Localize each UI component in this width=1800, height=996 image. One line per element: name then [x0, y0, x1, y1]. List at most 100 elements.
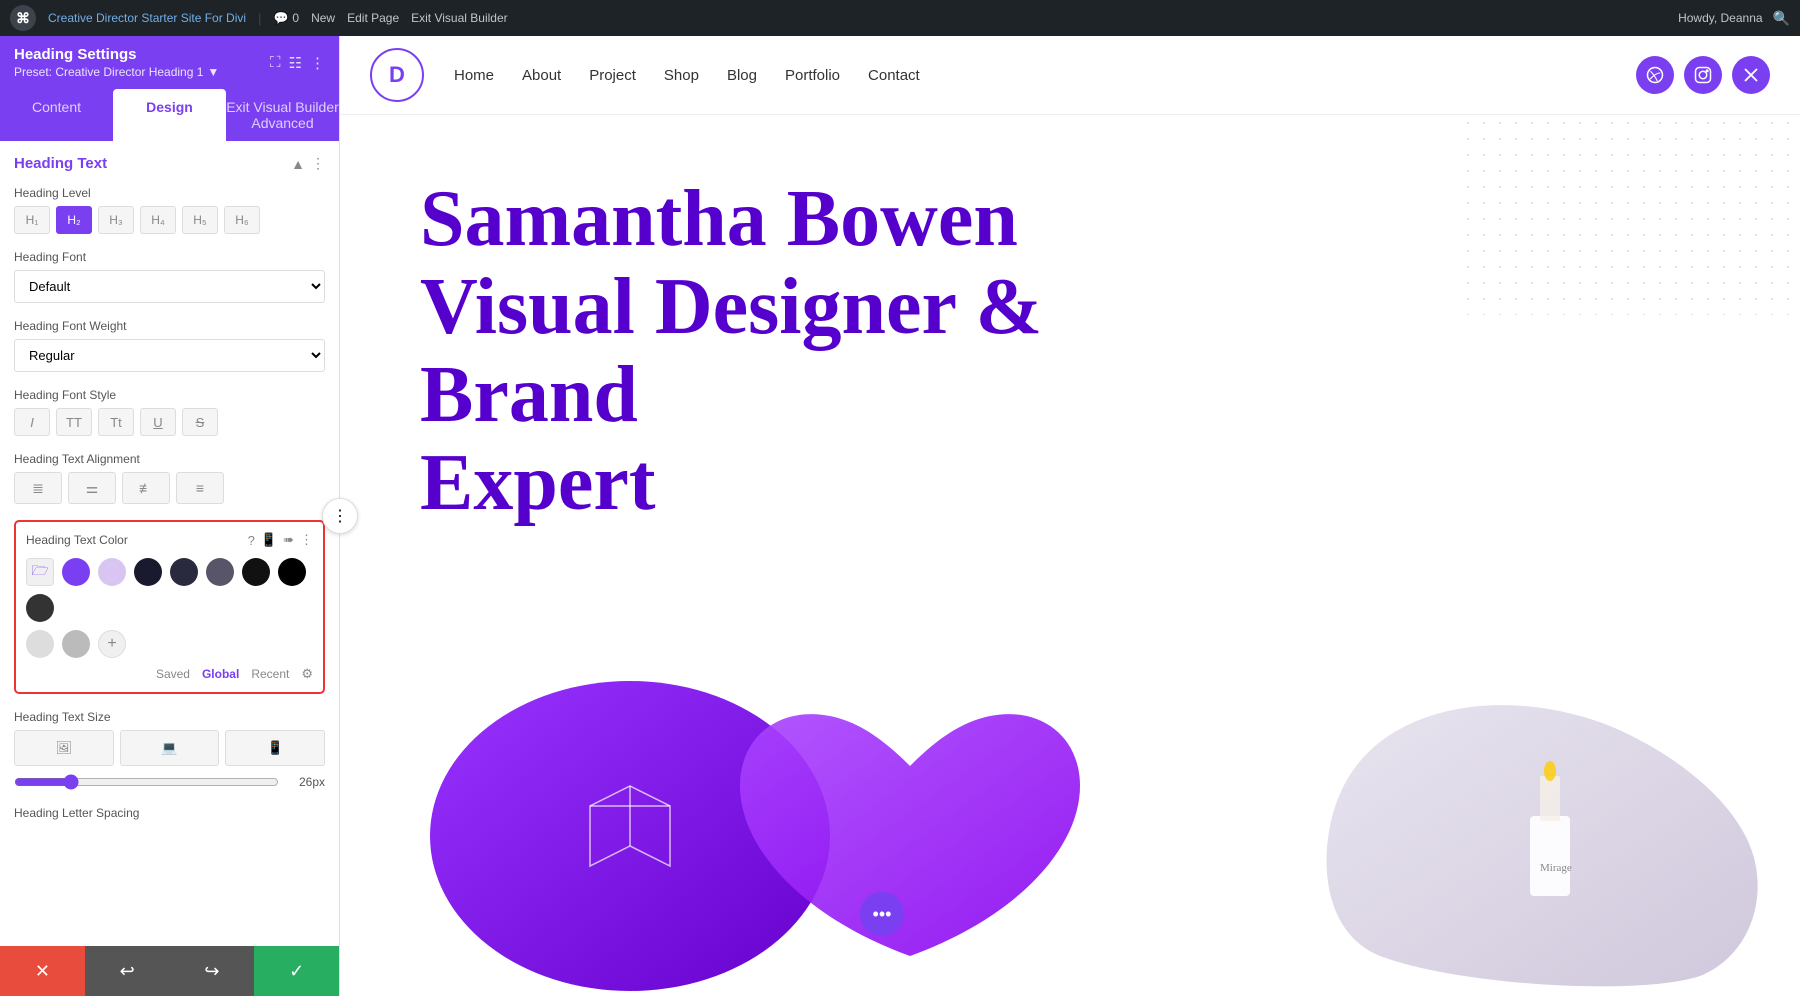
color-help-icon[interactable]: ? [248, 533, 255, 548]
heading-text-color-label: Heading Text Color [26, 533, 240, 547]
align-justify-button[interactable]: ≡ [176, 472, 224, 504]
font-style-buttons: I TT Tt U S [14, 408, 325, 436]
italic-button[interactable]: I [14, 408, 50, 436]
h6-button[interactable]: H₆ [224, 206, 260, 234]
color-swatch-purple[interactable] [62, 558, 90, 586]
exit-builder-button[interactable]: Exit Visual Builder [411, 11, 508, 25]
h5-button[interactable]: H₅ [182, 206, 218, 234]
nav-shop[interactable]: Shop [664, 67, 699, 84]
new-button[interactable]: New [311, 11, 335, 25]
dot-pattern-decoration [1460, 115, 1800, 315]
nav-contact[interactable]: Contact [868, 67, 920, 84]
site-name[interactable]: Creative Director Starter Site For Divi [48, 11, 246, 25]
nav-project[interactable]: Project [589, 67, 636, 84]
nav-portfolio[interactable]: Portfolio [785, 67, 840, 84]
color-swatch-charcoal[interactable] [26, 594, 54, 622]
heading-font-style-group: Heading Font Style I TT Tt U S [14, 388, 325, 436]
color-mobile-icon[interactable]: 📱 [261, 532, 277, 548]
tab-advanced[interactable]: Exit Visual Builder Advanced [226, 89, 339, 141]
global-tab[interactable]: Global [202, 667, 239, 681]
layout-icon[interactable]: ☷ [289, 54, 302, 72]
site-nav: Home About Project Shop Blog Portfolio C… [454, 67, 1636, 84]
howdy-text: Howdy, Deanna [1678, 11, 1763, 25]
left-panel: Heading Settings Preset: Creative Direct… [0, 36, 340, 996]
text-size-slider-row: 26px [14, 774, 325, 790]
tc-button[interactable]: Tt [98, 408, 134, 436]
align-left-button[interactable]: ≣ [14, 472, 62, 504]
size-mobile-button[interactable]: 📱 [225, 730, 325, 766]
tt-button[interactable]: TT [56, 408, 92, 436]
more-options-icon[interactable]: ⋮ [310, 54, 325, 72]
nav-blog[interactable]: Blog [727, 67, 757, 84]
cancel-button[interactable]: ✕ [0, 946, 85, 996]
color-settings-icon[interactable]: ⚙ [301, 666, 313, 682]
heading-font-weight-select[interactable]: Regular Bold Light [14, 339, 325, 372]
nav-home[interactable]: Home [454, 67, 494, 84]
heading-font-label: Heading Font [14, 250, 325, 264]
panel-header: Heading Settings Preset: Creative Direct… [0, 36, 339, 89]
size-tablet-button[interactable]: 💻 [120, 730, 220, 766]
color-swatch-dark4[interactable] [242, 558, 270, 586]
color-swatches: 🗁 [26, 558, 313, 622]
social-dribbble[interactable] [1636, 56, 1674, 94]
color-tabs: Saved Global Recent ⚙ [26, 666, 313, 682]
underline-button[interactable]: U [140, 408, 176, 436]
tab-design[interactable]: Design [113, 89, 226, 141]
eyedropper-tool[interactable]: 🗁 [26, 558, 54, 586]
section-icons: ▲ ⋮ [291, 155, 325, 172]
heading-text-size-group: Heading Text Size 🖼 💻 📱 26px [14, 710, 325, 790]
social-twitter[interactable] [1732, 56, 1770, 94]
heading-font-weight-label: Heading Font Weight [14, 319, 325, 333]
nav-about[interactable]: About [522, 67, 561, 84]
wp-logo[interactable]: ⌘ [10, 5, 36, 31]
align-center-button[interactable]: ⚌ [68, 472, 116, 504]
recent-tab[interactable]: Recent [251, 667, 289, 681]
collapse-handle[interactable]: ⋮ [322, 498, 358, 534]
color-swatch-dark3[interactable] [206, 558, 234, 586]
h3-button[interactable]: H₃ [98, 206, 134, 234]
tab-content[interactable]: Content [0, 89, 113, 141]
heading-level-label: Heading Level [14, 186, 325, 200]
panel-tabs: Content Design Exit Visual Builder Advan… [0, 89, 339, 141]
color-more-icon[interactable]: ⋮ [300, 532, 313, 548]
section-title: Heading Text [14, 155, 107, 172]
align-right-button[interactable]: ≢ [122, 472, 170, 504]
right-content: D Home About Project Shop Blog Portfolio… [340, 36, 1800, 996]
section-more-icon[interactable]: ⋮ [311, 155, 325, 172]
text-size-slider[interactable] [14, 774, 279, 790]
fullscreen-icon[interactable]: ⛶ [270, 54, 281, 71]
color-swatch-light-gray[interactable] [26, 630, 54, 658]
strikethrough-button[interactable]: S [182, 408, 218, 436]
color-swatch-dark2[interactable] [170, 558, 198, 586]
color-swatch-light-purple[interactable] [98, 558, 126, 586]
comments-icon[interactable]: 💬 0 [273, 11, 299, 25]
collapse-arrow-icon: ⋮ [332, 506, 348, 526]
h4-button[interactable]: H₄ [140, 206, 176, 234]
color-swatch-black[interactable] [278, 558, 306, 586]
site-social [1636, 56, 1770, 94]
heading-letter-spacing-group: Heading Letter Spacing [14, 806, 325, 820]
floating-action-button[interactable]: ••• [860, 892, 904, 936]
social-instagram[interactable] [1684, 56, 1722, 94]
heading-font-select[interactable]: Default Georgia Arial [14, 270, 325, 303]
edit-page-button[interactable]: Edit Page [347, 11, 399, 25]
site-logo[interactable]: D [370, 48, 424, 102]
color-swatch-dark1[interactable] [134, 558, 162, 586]
h1-button[interactable]: H₁ [14, 206, 50, 234]
color-swatch-mid-gray[interactable] [62, 630, 90, 658]
size-desktop-button[interactable]: 🖼 [14, 730, 114, 766]
search-icon[interactable]: 🔍 [1773, 10, 1790, 27]
collapse-section-icon[interactable]: ▲ [291, 156, 305, 172]
h2-button[interactable]: H₂ [56, 206, 92, 234]
save-button[interactable]: ✓ [254, 946, 339, 996]
panel-preset[interactable]: Preset: Creative Director Heading 1 ▼ [14, 65, 219, 79]
saved-tab[interactable]: Saved [156, 667, 190, 681]
undo-button[interactable]: ↩ [85, 946, 170, 996]
add-color-button[interactable]: + [98, 630, 126, 658]
site-content: Samantha Bowen Visual Designer & Brand E… [340, 115, 1800, 996]
redo-button[interactable]: ↪ [170, 946, 255, 996]
size-buttons: 🖼 💻 📱 [14, 730, 325, 766]
heading-levels: H₁ H₂ H₃ H₄ H₅ H₆ [14, 206, 325, 234]
color-section-header: Heading Text Color ? 📱 ➠ ⋮ [26, 532, 313, 548]
color-cursor-icon[interactable]: ➠ [283, 532, 294, 548]
